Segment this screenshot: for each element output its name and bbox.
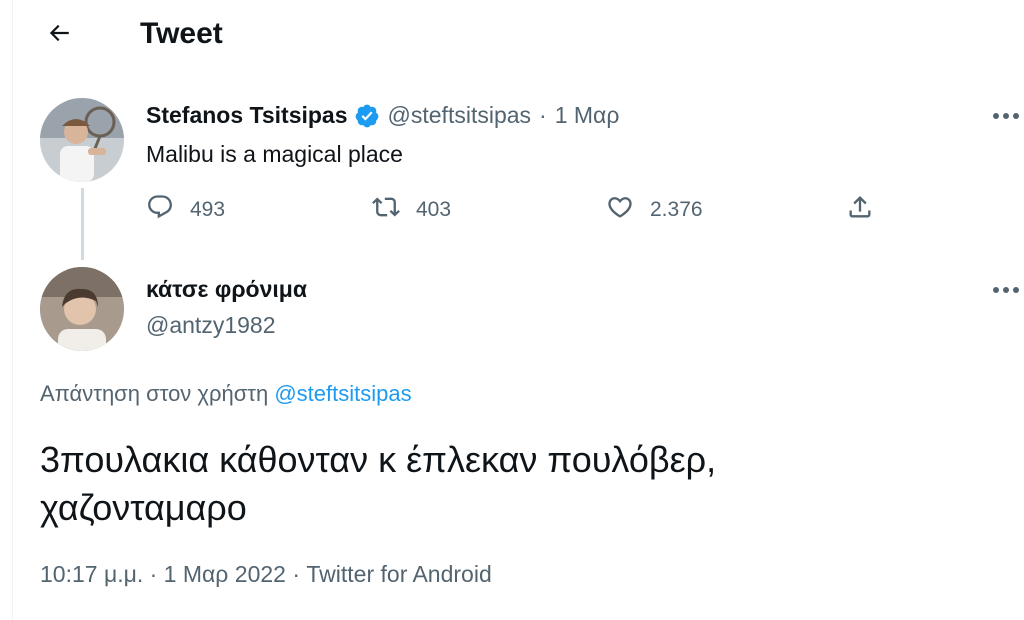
tweet-date[interactable]: 1 Μαρ <box>555 102 620 129</box>
retweet-button[interactable]: 403 <box>372 192 451 228</box>
replying-to-label: Απάντηση στον χρήστη <box>40 381 269 406</box>
replying-to: Απάντηση στον χρήστη @steftsitsipas <box>40 381 412 407</box>
heart-icon <box>606 193 634 227</box>
avatar[interactable] <box>40 98 124 182</box>
page-header: Tweet <box>0 0 1024 70</box>
share-icon <box>846 193 874 227</box>
retweet-icon <box>372 193 400 227</box>
tweet-text: 3πουλακια κάθονταν κ έπλεκαν πουλόβερ, χ… <box>40 436 980 532</box>
more-options-button[interactable] <box>988 104 1024 128</box>
arrow-left-icon <box>46 20 72 51</box>
tweet-meta[interactable]: 10:17 μ.μ. · 1 Μαρ 2022 · Twitter for An… <box>40 561 492 588</box>
more-options-button[interactable] <box>988 278 1024 302</box>
reply-button[interactable]: 493 <box>146 192 225 228</box>
tweet-text-line: χαζονταμαρο <box>40 487 247 528</box>
back-button[interactable] <box>40 16 78 54</box>
handle[interactable]: @steftsitsipas <box>388 102 532 129</box>
tweet-text-line: 3πουλακια κάθονταν κ έπλεκαν πουλόβερ, <box>40 439 717 480</box>
reply-bubble-icon <box>146 193 174 227</box>
retweet-count: 403 <box>416 198 452 221</box>
page-title: Tweet <box>140 17 223 50</box>
like-button[interactable]: 2.376 <box>606 192 703 228</box>
separator: · <box>539 102 547 128</box>
tweet-actions: 493 403 2.376 <box>146 192 906 228</box>
tweet-text: Malibu is a magical place <box>146 141 403 167</box>
verified-badge-icon <box>354 103 380 129</box>
more-horizontal-icon <box>992 281 1020 299</box>
parent-tweet-header: Stefanos Tsitsipas @steftsitsipas · 1 Μα… <box>146 102 619 129</box>
mention-link[interactable]: @steftsitsipas <box>274 381 411 406</box>
column-border <box>12 0 13 620</box>
more-horizontal-icon <box>992 107 1020 125</box>
like-count: 2.376 <box>650 198 703 221</box>
share-button[interactable] <box>846 192 874 228</box>
avatar[interactable] <box>40 267 124 351</box>
reply-count: 493 <box>190 198 226 221</box>
display-name[interactable]: Stefanos Tsitsipas <box>146 102 348 129</box>
display-name[interactable]: κάτσε φρόνιμα <box>146 276 307 303</box>
handle[interactable]: @antzy1982 <box>146 312 276 339</box>
thread-line <box>81 188 84 260</box>
